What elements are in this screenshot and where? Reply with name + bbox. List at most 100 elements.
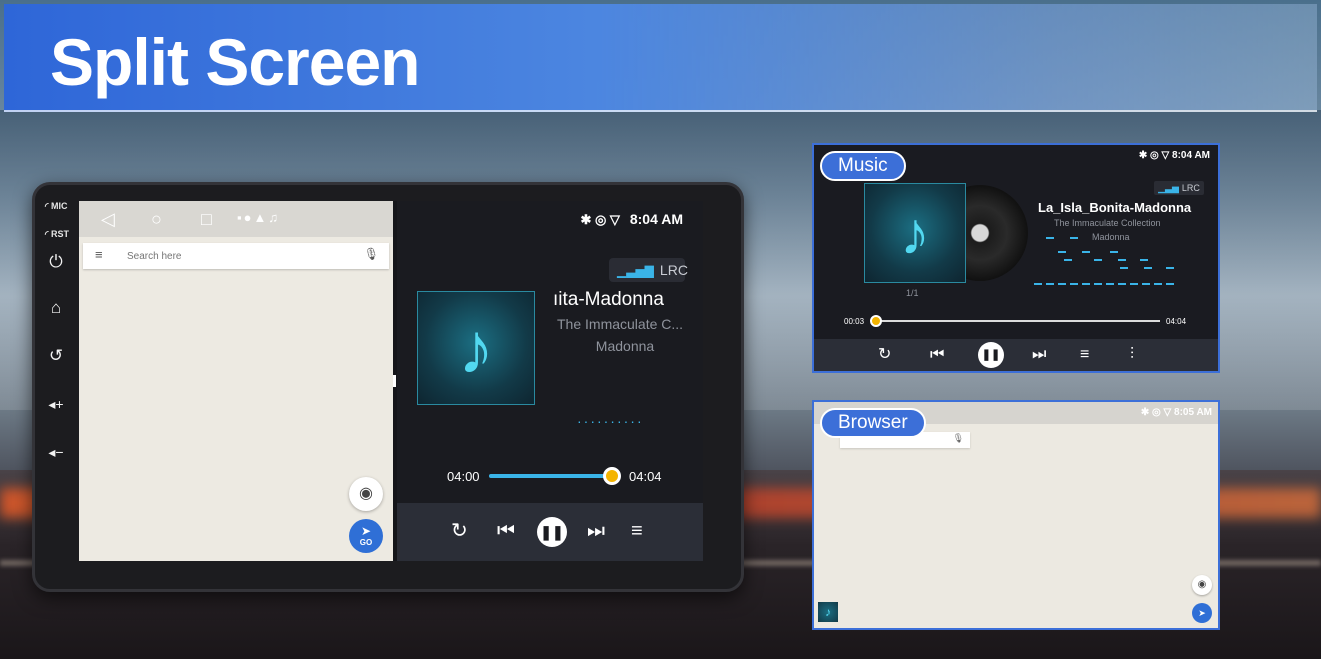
bluetooth-location-wifi-icons: ✱ ◎ ▽ bbox=[580, 212, 620, 227]
nav-home-icon[interactable]: ○ bbox=[151, 209, 162, 229]
lyric-indicator-bar bbox=[1034, 283, 1042, 285]
head-unit-screen: ◁ ○ □ ▪●▲♫ ≡ 🎙 ◉ ➤ GO ✱ ◎ ▽ 8:04 AM bbox=[79, 201, 703, 561]
rst-label: ◜ RST bbox=[45, 229, 69, 239]
lyric-indicator-bar bbox=[1154, 283, 1162, 285]
music-card-controls: ↻ ⏮ ❚❚ ⏭ ≡ ⫶ bbox=[814, 339, 1218, 371]
lyrics-placeholder-dots: ·········· bbox=[577, 413, 644, 429]
next-icon[interactable]: ⏭ bbox=[1032, 344, 1046, 366]
music-card-seek-bar[interactable] bbox=[876, 320, 1160, 322]
volume-up-icon[interactable]: ◂+ bbox=[45, 393, 67, 415]
music-card-artist: Madonna bbox=[1092, 232, 1130, 242]
lrc-button[interactable]: ▁▃▅▇ LRC bbox=[609, 258, 688, 282]
lyric-indicator-bar bbox=[1064, 259, 1072, 261]
repeat-icon[interactable]: ↻ bbox=[451, 519, 468, 543]
music-card-song-title: La_Isla_Bonita-Madonna bbox=[1038, 200, 1192, 215]
title-banner: Split Screen bbox=[4, 4, 1317, 112]
notification-icons: ▪●▲♫ bbox=[237, 210, 281, 225]
music-card-status-bar: ✱ ◎ ▽ 8:04 AM bbox=[1138, 150, 1210, 161]
music-note-icon: ♪ bbox=[458, 309, 494, 389]
album-name: The Immaculate C... bbox=[557, 316, 684, 332]
location-icon: ◉ bbox=[359, 485, 373, 502]
lyric-indicator-bar bbox=[1110, 251, 1118, 253]
seek-bar[interactable] bbox=[489, 467, 622, 485]
map-search-bar[interactable]: ≡ 🎙 bbox=[83, 243, 389, 269]
mic-icon[interactable]: 🎙 bbox=[953, 433, 964, 444]
lyric-indicator-bar bbox=[1118, 259, 1126, 261]
music-card-album: The Immaculate Collection bbox=[1054, 218, 1161, 228]
browser-preview-card[interactable]: ✱ ◎ ▽ 8:05 AM 🎙 ◉ ➤ ♪ Browser bbox=[812, 400, 1220, 630]
lyric-indicator-bar bbox=[1082, 283, 1090, 285]
lyric-indicator-bar bbox=[1130, 283, 1138, 285]
music-note-icon: ♪ bbox=[900, 200, 930, 267]
music-card-page-indicator: 1/1 bbox=[906, 288, 919, 298]
head-unit-device: ◜ MIC ◜ RST ⏻ ⌂ ↺ ◂+ ◂− ◁ ○ □ ▪●▲♫ ≡ 🎙 ◉… bbox=[32, 182, 744, 592]
seek-bar-knob[interactable] bbox=[603, 467, 622, 485]
equalizer-settings-icon[interactable]: ⫶ bbox=[1130, 344, 1134, 366]
lyric-indicator-bar bbox=[1058, 283, 1066, 285]
lyric-indicator-bar bbox=[1058, 251, 1066, 253]
status-time: 8:04 AM bbox=[629, 211, 683, 227]
lyric-indicator-bar bbox=[1106, 283, 1114, 285]
lyric-indicator-bar bbox=[1118, 283, 1126, 285]
music-card-lrc-button[interactable]: ▁▃▅ LRC bbox=[1154, 181, 1204, 195]
playlist-icon[interactable]: ≡ bbox=[1080, 344, 1089, 366]
directions-icon: ➤ bbox=[1198, 608, 1206, 618]
split-divider-handle[interactable] bbox=[393, 375, 396, 387]
map-pane: ◁ ○ □ ▪●▲♫ ≡ 🎙 ◉ ➤ GO bbox=[79, 201, 393, 561]
music-card-elapsed: 00:03 bbox=[844, 317, 865, 326]
total-time: 04:04 bbox=[629, 469, 662, 484]
banner-title: Split Screen bbox=[50, 25, 420, 99]
music-card-badge: Music bbox=[820, 151, 906, 181]
menu-icon[interactable]: ≡ bbox=[95, 247, 103, 262]
music-thumbnail-icon[interactable]: ♪ bbox=[818, 602, 838, 622]
pause-button[interactable]: ❚❚ bbox=[537, 517, 567, 547]
lrc-label: LRC bbox=[659, 262, 688, 278]
next-icon[interactable]: ⏭ bbox=[587, 519, 605, 543]
map-search-input[interactable] bbox=[127, 248, 347, 264]
volume-down-icon[interactable]: ◂− bbox=[45, 441, 67, 463]
nav-recents-icon[interactable]: □ bbox=[201, 209, 212, 229]
previous-icon[interactable]: ⏮ bbox=[930, 344, 944, 366]
equalizer-bars-icon: ▁▃▅▇ bbox=[617, 264, 654, 278]
album-art: ♪ bbox=[417, 291, 535, 405]
lyric-indicator-bar bbox=[1144, 267, 1152, 269]
directions-icon: ➤ bbox=[360, 524, 372, 538]
nav-back-icon[interactable]: ◁ bbox=[101, 209, 115, 229]
lyric-indicator-bar bbox=[1094, 283, 1102, 285]
home-icon[interactable]: ⌂ bbox=[45, 297, 67, 319]
power-icon[interactable]: ⏻ bbox=[45, 251, 67, 273]
go-button[interactable]: ➤ GO bbox=[349, 519, 383, 553]
android-nav-bar: ◁ ○ □ ▪●▲♫ bbox=[79, 201, 393, 237]
lyric-indicator-bar bbox=[1070, 237, 1078, 239]
seek-bar-fill bbox=[489, 474, 613, 478]
lyric-indicator-bar bbox=[1070, 283, 1078, 285]
mic-icon[interactable]: 🎙 bbox=[364, 247, 379, 261]
artist-name: Madonna bbox=[595, 338, 655, 354]
lyric-indicator-bar bbox=[1166, 283, 1174, 285]
location-icon: ◉ bbox=[1197, 579, 1207, 590]
browser-card-go-button[interactable]: ➤ bbox=[1192, 603, 1212, 623]
music-card-album-art: ♪ bbox=[864, 183, 966, 283]
elapsed-time: 04:00 bbox=[447, 469, 480, 484]
browser-card-status: ✱ ◎ ▽ 8:05 AM bbox=[1140, 407, 1212, 418]
playlist-icon[interactable]: ≡ bbox=[631, 519, 643, 543]
repeat-icon[interactable]: ↻ bbox=[878, 344, 891, 366]
lyric-indicator-bar bbox=[1094, 259, 1102, 261]
previous-icon[interactable]: ⏮ bbox=[497, 519, 515, 543]
go-label: GO bbox=[359, 538, 373, 547]
lyric-indicator-bar bbox=[1046, 283, 1054, 285]
lyric-indicator-bar bbox=[1120, 267, 1128, 269]
lyric-indicator-bar bbox=[1166, 267, 1174, 269]
playback-controls: ↻ ⏮ ❚❚ ⏭ ≡ bbox=[397, 503, 703, 561]
status-bar: ✱ ◎ ▽ 8:04 AM bbox=[580, 211, 683, 228]
mic-label: ◜ MIC bbox=[45, 201, 68, 211]
music-preview-card[interactable]: ✱ ◎ ▽ 8:04 AM ♪ 1/1 ▁▃▅ LRC La_Isla_Bonit… bbox=[812, 143, 1220, 373]
music-pane: ✱ ◎ ▽ 8:04 AM ▁▃▅▇ LRC ♪ ıita-Madonna The… bbox=[397, 201, 703, 561]
browser-card-location-button[interactable]: ◉ bbox=[1192, 575, 1212, 595]
my-location-button[interactable]: ◉ bbox=[349, 477, 383, 511]
music-card-seek-knob[interactable] bbox=[870, 315, 882, 327]
back-icon[interactable]: ↺ bbox=[45, 345, 67, 367]
lyric-indicator-bar bbox=[1142, 283, 1150, 285]
pause-button[interactable]: ❚❚ bbox=[978, 342, 1004, 368]
lyric-indicator-bar bbox=[1046, 237, 1054, 239]
